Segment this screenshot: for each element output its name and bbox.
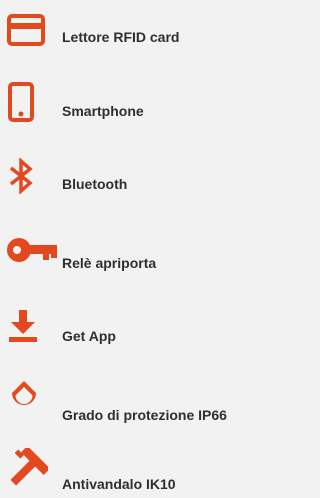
feature-label-ip66: Grado di protezione IP66 (62, 407, 227, 423)
feature-item-door-relay: Relè apriporta (0, 236, 297, 296)
water-drop-icon (8, 380, 40, 410)
feature-item-get-app: Get App (0, 310, 297, 370)
feature-label-get-app: Get App (62, 328, 116, 344)
feature-label-bluetooth: Bluetooth (62, 176, 128, 192)
feature-list: Lettore RFID card Smartphone Bluetooth R… (0, 0, 297, 498)
download-icon (9, 310, 37, 342)
smartphone-icon (8, 82, 34, 122)
hammer-icon (4, 448, 48, 492)
feature-label-rfid-card: Lettore RFID card (62, 29, 180, 45)
feature-item-ik10: Antivandalo IK10 (0, 448, 297, 498)
feature-label-ik10: Antivandalo IK10 (62, 476, 176, 492)
feature-label-door-relay: Relè apriporta (62, 255, 157, 271)
rfid-card-icon (7, 14, 45, 46)
bluetooth-icon (8, 158, 36, 194)
feature-item-rfid-card: Lettore RFID card (0, 14, 297, 74)
feature-item-smartphone: Smartphone (0, 82, 297, 142)
key-icon (7, 236, 59, 266)
feature-label-smartphone: Smartphone (62, 103, 144, 119)
feature-item-bluetooth: Bluetooth (0, 158, 297, 218)
feature-item-ip66: Grado di protezione IP66 (0, 380, 297, 440)
